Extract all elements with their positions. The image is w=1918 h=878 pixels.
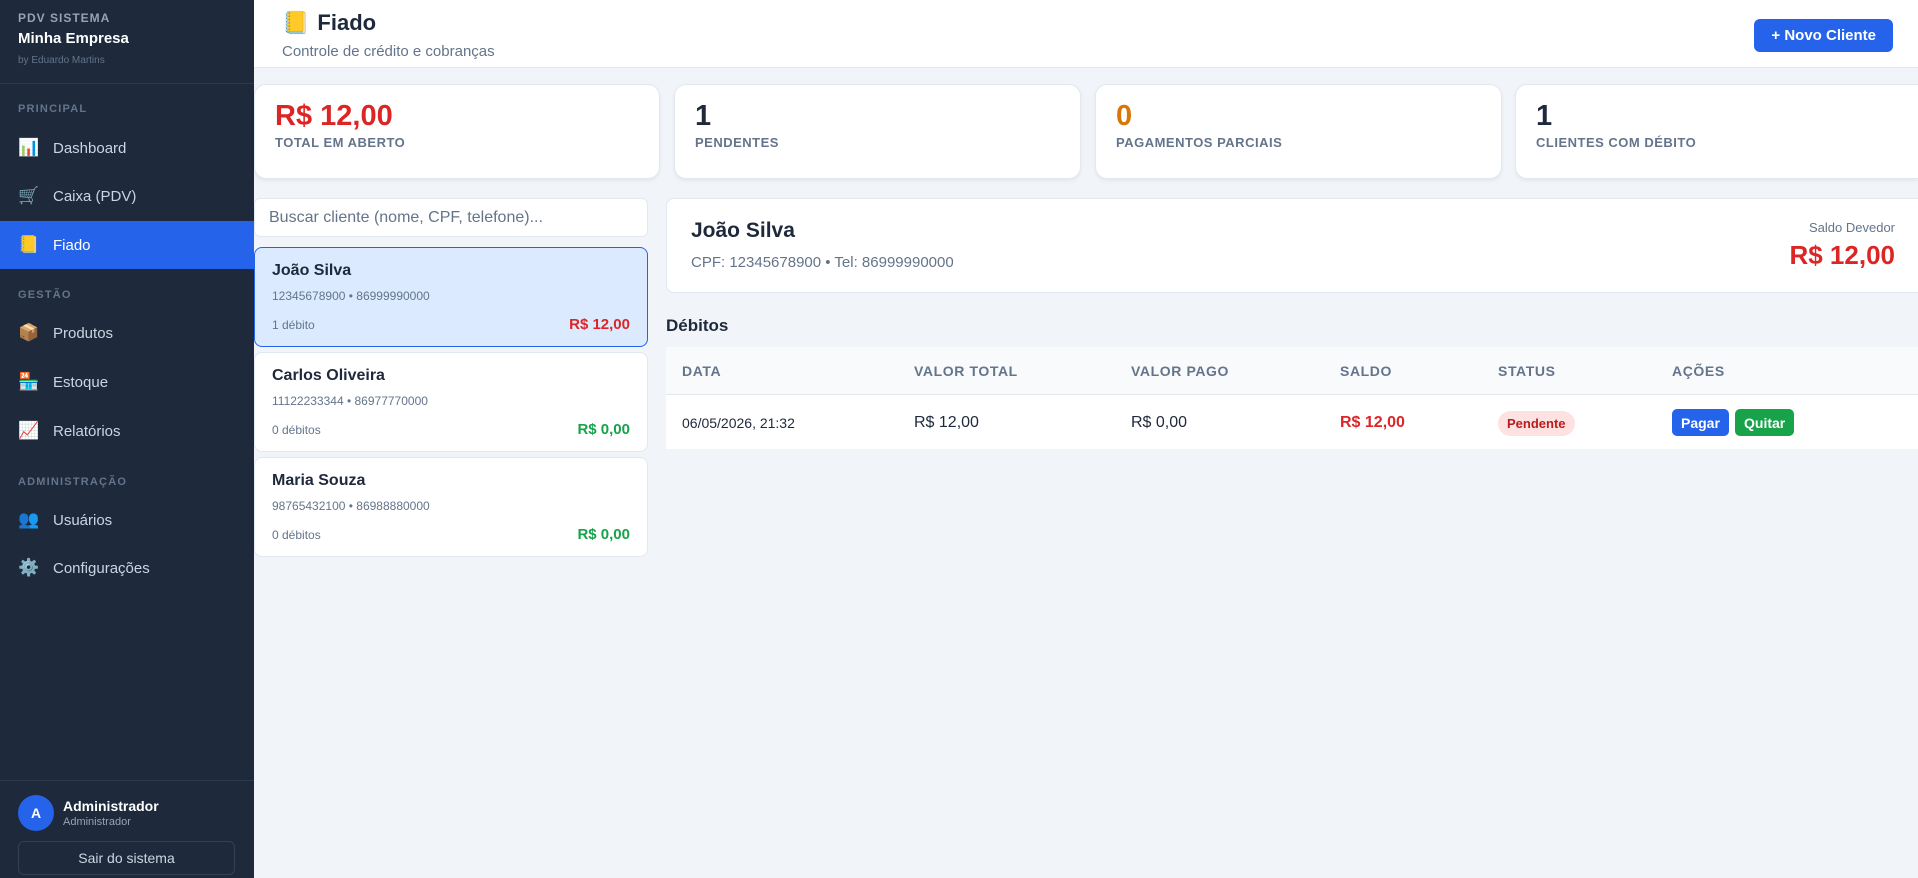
stat-card-clients-with-debt: 1 CLIENTES COM DÉBITO xyxy=(1515,84,1918,179)
client-balance: R$ 0,00 xyxy=(577,421,630,438)
client-debit-count: 1 débito xyxy=(272,317,315,332)
column-header-status: STATUS xyxy=(1498,363,1556,379)
new-client-button[interactable]: + Novo Cliente xyxy=(1754,19,1893,52)
pay-button[interactable]: Pagar xyxy=(1672,409,1729,436)
table-header: DATA VALOR TOTAL VALOR PAGO SALDO STATUS… xyxy=(666,347,1918,395)
debit-date: 06/05/2026, 21:32 xyxy=(682,415,795,431)
sidebar: PDV SISTEMA Minha Empresa by Eduardo Mar… xyxy=(0,0,254,878)
column-header-paid: VALOR PAGO xyxy=(1131,363,1230,379)
sidebar-item-configuracoes[interactable]: ⚙️ Configurações xyxy=(0,544,254,592)
client-balance: R$ 0,00 xyxy=(577,526,630,543)
nav-section-gestao: GESTÃO xyxy=(18,289,72,301)
user-profile: A Administrador Administrador xyxy=(18,795,236,831)
page-header: 📒 Fiado Controle de crédito e cobranças … xyxy=(254,0,1918,68)
balance-due-label: Saldo Devedor xyxy=(1809,220,1895,235)
column-header-date: DATA xyxy=(682,363,722,379)
sidebar-item-label: Usuários xyxy=(53,511,113,529)
brand-system-label: PDV SISTEMA xyxy=(18,11,111,25)
user-name: Administrador xyxy=(63,798,159,814)
ledger-icon: 📒 xyxy=(282,10,310,35)
column-header-balance: SALDO xyxy=(1340,363,1392,379)
client-balance: R$ 12,00 xyxy=(569,316,630,333)
sidebar-item-caixa[interactable]: 🛒 Caixa (PDV) xyxy=(0,172,254,220)
debits-section-title: Débitos xyxy=(666,316,729,335)
sidebar-item-dashboard[interactable]: 📊 Dashboard xyxy=(0,124,254,172)
settle-button[interactable]: Quitar xyxy=(1735,409,1795,436)
sidebar-item-fiado[interactable]: 📒 Fiado xyxy=(0,221,254,269)
users-icon: 👥 xyxy=(18,510,40,529)
detail-client-meta: CPF: 12345678900 • Tel: 86999990000 xyxy=(691,254,954,271)
nav-section-principal: PRINCIPAL xyxy=(18,103,88,115)
client-card-carlos-oliveira[interactable]: Carlos Oliveira 11122233344 • 8697777000… xyxy=(254,352,648,452)
stat-value: 1 xyxy=(1536,100,1553,132)
sidebar-item-produtos[interactable]: 📦 Produtos xyxy=(0,309,254,357)
client-meta: 11122233344 • 86977770000 xyxy=(272,394,428,408)
sidebar-item-label: Configurações xyxy=(53,559,150,577)
client-debit-count: 0 débitos xyxy=(272,527,321,542)
client-meta: 12345678900 • 86999990000 xyxy=(272,289,430,303)
sidebar-item-label: Fiado xyxy=(53,236,91,254)
client-card-joao-silva[interactable]: João Silva 12345678900 • 86999990000 1 d… xyxy=(254,247,648,347)
client-search-input[interactable] xyxy=(254,198,648,237)
sidebar-item-estoque[interactable]: 🏪 Estoque xyxy=(0,358,254,406)
stat-card-pending: 1 PENDENTES xyxy=(674,84,1081,179)
store-icon: 🏪 xyxy=(18,372,40,391)
sidebar-item-label: Caixa (PDV) xyxy=(53,187,137,205)
page-title: 📒 Fiado xyxy=(282,10,376,36)
debits-table: DATA VALOR TOTAL VALOR PAGO SALDO STATUS… xyxy=(666,347,1918,449)
table-row: 06/05/2026, 21:32 R$ 12,00 R$ 0,00 R$ 12… xyxy=(666,395,1918,449)
column-header-total: VALOR TOTAL xyxy=(914,363,1018,379)
client-meta: 98765432100 • 86988880000 xyxy=(272,499,430,513)
sidebar-item-usuarios[interactable]: 👥 Usuários xyxy=(0,496,254,544)
client-detail-card: João Silva CPF: 12345678900 • Tel: 86999… xyxy=(666,198,1918,293)
shopping-cart-icon: 🛒 xyxy=(18,186,40,205)
gear-icon: ⚙️ xyxy=(18,558,40,577)
ledger-icon: 📒 xyxy=(18,235,40,254)
debit-paid: R$ 0,00 xyxy=(1131,414,1188,431)
debit-total: R$ 12,00 xyxy=(914,414,979,431)
client-card-maria-souza[interactable]: Maria Souza 98765432100 • 86988880000 0 … xyxy=(254,457,648,557)
client-name: João Silva xyxy=(272,262,352,279)
detail-client-name: João Silva xyxy=(691,219,795,242)
stat-card-total-open: R$ 12,00 TOTAL EM ABERTO xyxy=(254,84,660,179)
stat-value: R$ 12,00 xyxy=(275,100,393,132)
brand: PDV SISTEMA Minha Empresa by Eduardo Mar… xyxy=(0,0,254,84)
main-content: 📒 Fiado Controle de crédito e cobranças … xyxy=(254,0,1918,878)
nav-section-administracao: ADMINISTRAÇÃO xyxy=(18,476,128,488)
logout-button[interactable]: Sair do sistema xyxy=(18,841,235,875)
avatar: A xyxy=(18,795,54,831)
brand-author: by Eduardo Martins xyxy=(18,55,105,66)
balance-due-value: R$ 12,00 xyxy=(1789,240,1895,270)
package-icon: 📦 xyxy=(18,323,40,342)
sidebar-footer: A Administrador Administrador Sair do si… xyxy=(0,780,254,878)
sidebar-item-label: Estoque xyxy=(53,373,109,391)
status-badge: Pendente xyxy=(1498,411,1575,436)
trend-chart-icon: 📈 xyxy=(18,421,40,440)
column-header-actions: AÇÕES xyxy=(1672,363,1725,379)
client-name: Carlos Oliveira xyxy=(272,367,385,384)
sidebar-item-label: Produtos xyxy=(53,324,114,342)
debit-balance: R$ 12,00 xyxy=(1340,414,1405,431)
sidebar-item-label: Dashboard xyxy=(53,139,127,157)
page-subtitle: Controle de crédito e cobranças xyxy=(282,43,495,60)
client-debit-count: 0 débitos xyxy=(272,422,321,437)
page-title-text: Fiado xyxy=(317,10,377,35)
user-role: Administrador xyxy=(63,816,131,828)
stat-value: 0 xyxy=(1116,100,1133,132)
stat-label: CLIENTES COM DÉBITO xyxy=(1536,135,1697,151)
stat-label: PAGAMENTOS PARCIAIS xyxy=(1116,135,1283,151)
sidebar-item-label: Relatórios xyxy=(53,422,121,440)
sidebar-item-relatorios[interactable]: 📈 Relatórios xyxy=(0,407,254,455)
bar-chart-icon: 📊 xyxy=(18,138,40,157)
stat-card-partial-payments: 0 PAGAMENTOS PARCIAIS xyxy=(1095,84,1502,179)
stat-value: 1 xyxy=(695,100,712,132)
client-name: Maria Souza xyxy=(272,472,366,489)
stat-label: PENDENTES xyxy=(695,135,779,151)
brand-company-name: Minha Empresa xyxy=(18,30,129,47)
stat-label: TOTAL EM ABERTO xyxy=(275,135,406,151)
